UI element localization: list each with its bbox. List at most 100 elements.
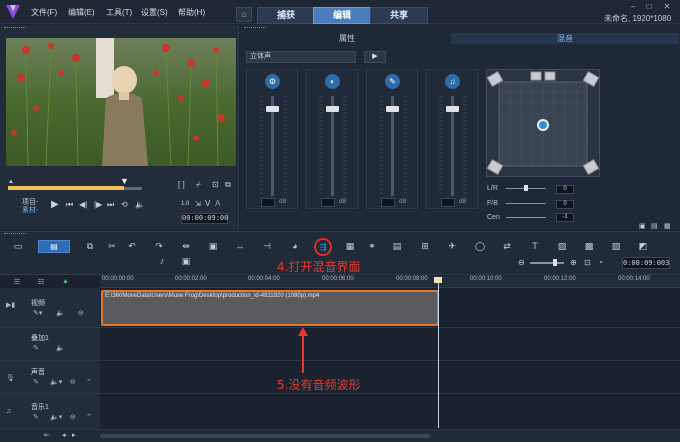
go-end-icon[interactable]: ⏭ — [107, 200, 114, 210]
music-note-icon[interactable]: ♫ — [445, 74, 460, 89]
track-edit-icon[interactable]: ✎▾ — [33, 309, 42, 317]
volume-slider-knob[interactable] — [446, 106, 459, 112]
redo-icon[interactable]: ↷ — [153, 241, 165, 252]
fit-project-icon[interactable]: ⊡ — [584, 258, 591, 267]
sound-mixer-icon[interactable]: ⇶ — [314, 238, 332, 256]
preview-timecode[interactable]: 00:00:09:00 — [181, 213, 228, 224]
multicam-icon[interactable]: ▦ — [344, 241, 356, 252]
overlay-icon[interactable]: ◐ — [325, 74, 340, 89]
video-toggle[interactable]: V — [205, 199, 210, 208]
mixer-option3-icon[interactable]: ▦ — [664, 222, 671, 230]
channel-mode-select[interactable]: 立体声 — [246, 51, 356, 63]
zoom-in-icon[interactable]: ⊕ — [570, 258, 577, 267]
ripple-icon[interactable]: ▲ — [62, 278, 69, 285]
cen-slider[interactable] — [506, 217, 546, 218]
project-duration[interactable]: 0:00:09:003 — [622, 257, 670, 269]
motion-icon[interactable]: ✈ — [446, 241, 458, 252]
insert-icon[interactable]: ⊣ — [261, 241, 273, 252]
track-mute-icon[interactable]: 🔈▾ — [50, 413, 62, 421]
minimize-icon[interactable]: – — [626, 2, 640, 11]
menu-edit[interactable]: 编辑(E) — [68, 7, 95, 18]
undo-icon[interactable]: ↶ — [126, 241, 138, 252]
tab-mixing[interactable]: 混音 — [451, 33, 679, 44]
prev-frame-icon[interactable]: ◀| — [79, 200, 87, 209]
mixer-option-icon[interactable]: ▣ — [639, 222, 646, 230]
auto-music-icon[interactable]: ▣ — [180, 256, 192, 267]
close-icon[interactable]: ✕ — [660, 2, 674, 11]
screen-record-icon[interactable]: ▣ — [207, 241, 219, 252]
film-icon[interactable]: ⚙ — [265, 74, 280, 89]
play-icon[interactable]: ▶ — [51, 199, 59, 210]
clip-mode-label[interactable]: 素材- — [22, 205, 38, 215]
fit-icon[interactable]: ⇲ — [195, 200, 201, 208]
next-frame-icon[interactable]: |▶ — [94, 200, 102, 209]
split-screen-icon[interactable]: ⊞ — [419, 241, 431, 252]
scroll-prev-icon[interactable]: ◂ — [62, 431, 66, 439]
track-mute-icon[interactable]: 🔈 — [56, 309, 65, 317]
title-icon[interactable]: T — [529, 241, 541, 252]
track-mute-icon[interactable]: 🔈 — [56, 344, 65, 352]
scroll-next-icon[interactable]: ▸ — [72, 431, 76, 439]
menu-file[interactable]: 文件(F) — [31, 7, 57, 18]
track-manager-icon[interactable]: ☰ — [14, 278, 20, 286]
split-icon[interactable]: ⌿ — [196, 180, 201, 190]
maximize-icon[interactable]: □ — [642, 2, 656, 11]
tab-edit[interactable]: 编辑 — [313, 7, 371, 24]
tab-share[interactable]: 共享 — [370, 7, 428, 24]
track-edit-icon[interactable]: ✎ — [33, 378, 39, 386]
tab-properties[interactable]: 属性 — [244, 33, 450, 44]
surround-panner[interactable] — [486, 69, 600, 177]
export-image-icon[interactable]: ▧ — [610, 241, 622, 252]
track-lock-icon[interactable]: ⊖ — [78, 309, 84, 317]
home-icon[interactable]: ⌂ — [236, 7, 252, 22]
split-audio-icon[interactable]: ↔ — [234, 241, 246, 252]
fit-timeline-icon[interactable]: ⇹ — [180, 241, 192, 252]
bracket-in-icon[interactable]: [ ] — [178, 180, 185, 189]
volume-slider-knob[interactable] — [266, 106, 279, 112]
volume-value[interactable] — [261, 198, 275, 207]
fb-slider[interactable] — [506, 203, 546, 204]
trim-start-icon[interactable]: ▲ — [8, 179, 14, 185]
go-start-icon[interactable]: ⏮ — [66, 200, 73, 210]
chapter-icon[interactable]: ☷ — [38, 278, 44, 286]
zoom-slider[interactable] — [530, 262, 564, 264]
audio-toggle[interactable]: A — [215, 199, 220, 208]
repeat-icon[interactable]: ⟲ — [121, 200, 128, 209]
volume-slider-knob[interactable] — [326, 106, 339, 112]
lr-value[interactable]: 0 — [556, 185, 574, 194]
mask-icon[interactable]: ◯ — [474, 241, 486, 252]
zoom-slider-knob[interactable] — [553, 259, 557, 266]
enlarge-icon[interactable]: ⊡ — [212, 180, 219, 189]
volume-value[interactable] — [441, 198, 455, 207]
track-edit-icon[interactable]: ✎ — [33, 344, 39, 352]
timeline-view-icon[interactable]: ▤ — [38, 240, 70, 253]
cen-value[interactable]: -1 — [556, 213, 574, 222]
multi-trim-icon[interactable]: ⇄ — [501, 241, 513, 252]
zoom-out-icon[interactable]: ⊖ — [518, 258, 525, 267]
lr-slider-knob[interactable] — [524, 185, 528, 191]
track-expand-icon[interactable]: ⌃ — [86, 378, 92, 386]
mixer-play-button[interactable]: ▶ — [364, 51, 386, 63]
video-clip[interactable]: E:\360MoveData\Users\Muse Frog\Desktop\p… — [101, 290, 439, 326]
cut-icon[interactable]: ✂ — [106, 241, 118, 252]
mixer-option2-icon[interactable]: ▤ — [651, 222, 658, 230]
storyboard-view-icon[interactable]: ▭ — [12, 241, 24, 252]
color-correction-icon[interactable]: ◕ — [289, 241, 301, 252]
track-expand-icon[interactable]: ⌃ — [86, 413, 92, 421]
fb-value[interactable]: 0 — [556, 200, 574, 209]
scrubber-handle[interactable]: ▼ — [120, 176, 129, 186]
tab-capture[interactable]: 捕获 — [257, 7, 315, 24]
scrollbar-thumb[interactable] — [100, 434, 430, 438]
volume-slider-knob[interactable] — [386, 106, 399, 112]
track-lock-icon[interactable]: ⊖ — [70, 378, 76, 386]
menu-help[interactable]: 帮助(H) — [178, 7, 205, 18]
video-preview[interactable] — [6, 38, 236, 166]
playhead-handle[interactable] — [434, 277, 442, 283]
volume-value[interactable] — [381, 198, 395, 207]
link-icon[interactable]: ⚭ — [366, 241, 378, 252]
snapshot-icon[interactable]: ⧉ — [225, 180, 231, 190]
menu-settings[interactable]: 设置(S) — [141, 7, 168, 18]
slideshow-icon[interactable]: ▨ — [556, 241, 568, 252]
volume-icon[interactable]: 🔈 — [135, 200, 145, 209]
record-audio-icon[interactable]: ♪ — [156, 256, 168, 267]
